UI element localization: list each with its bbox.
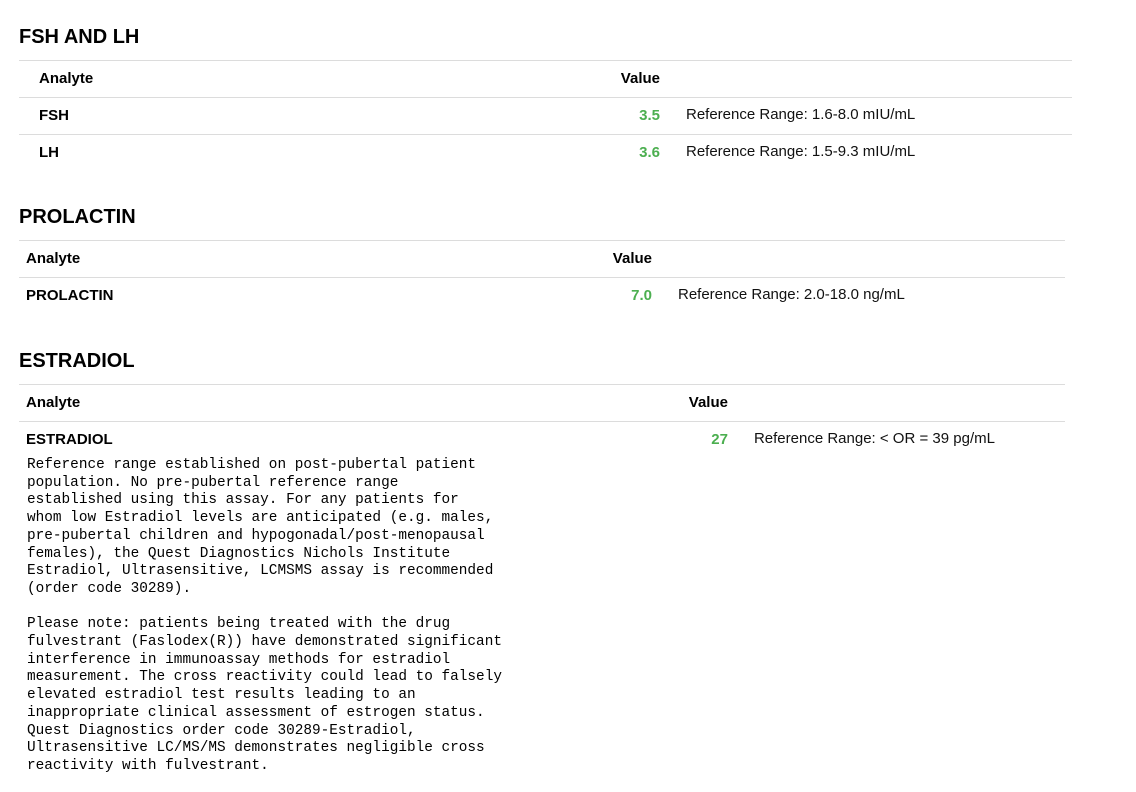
results-table: Analyte Value FSH 3.5 Reference Range: 1… [19,60,1072,172]
reference-range: Reference Range: 2.0-18.0 ng/mL [678,286,905,303]
analyte-value: 3.5 [439,97,660,135]
column-header-value: Value [426,240,652,278]
analyte-name: FSH [39,97,439,135]
reference-range: Reference Range: 1.5-9.3 mIU/mL [686,143,916,160]
analyte-value: 27 [711,431,728,448]
section-prolactin: PROLACTIN Analyte Value PROLACTIN 7.0 Re… [19,205,1065,315]
analyte-comment: Reference range established on post-pube… [27,457,502,774]
table-header-row: Analyte Value [19,384,1065,422]
column-header-value: Value [501,384,728,422]
analyte-name: LH [39,144,59,161]
results-table: Analyte Value ESTRADIOL Reference range … [19,384,1065,776]
section-estradiol: ESTRADIOL Analyte Value ESTRADIOL Refere… [19,349,1065,789]
table-row: PROLACTIN 7.0 Reference Range: 2.0-18.0 … [19,278,1065,315]
column-header-value: Value [439,60,660,98]
column-header-analyte: Analyte [26,240,426,278]
results-table: Analyte Value PROLACTIN 7.0 Reference Ra… [19,240,1065,315]
analyte-value: 3.6 [639,144,660,161]
table-header-row: Analyte Value [19,60,1072,98]
column-header-analyte: Analyte [26,384,502,422]
column-header-analyte: Analyte [39,60,439,98]
analyte-cell: ESTRADIOL Reference range established on… [26,422,502,776]
analyte-value: 7.0 [631,287,652,304]
section-title: PROLACTIN [19,206,136,228]
reference-range: Reference Range: 1.6-8.0 mIU/mL [686,97,1072,135]
table-row: FSH 3.5 Reference Range: 1.6-8.0 mIU/mL [19,97,1072,135]
table-row: ESTRADIOL Reference range established on… [19,422,1065,776]
section-title: ESTRADIOL [19,350,135,372]
reference-range: Reference Range: < OR = 39 pg/mL [753,430,995,447]
table-header-row: Analyte Value [19,240,1065,278]
analyte-name: ESTRADIOL [26,431,113,448]
table-row: LH 3.6 Reference Range: 1.5-9.3 mIU/mL [19,135,1072,172]
section-title: FSH AND LH [19,26,140,48]
section-fsh-lh: FSH AND LH Analyte Value FSH 3.5 Referen… [19,25,1072,175]
analyte-name: PROLACTIN [26,287,114,304]
